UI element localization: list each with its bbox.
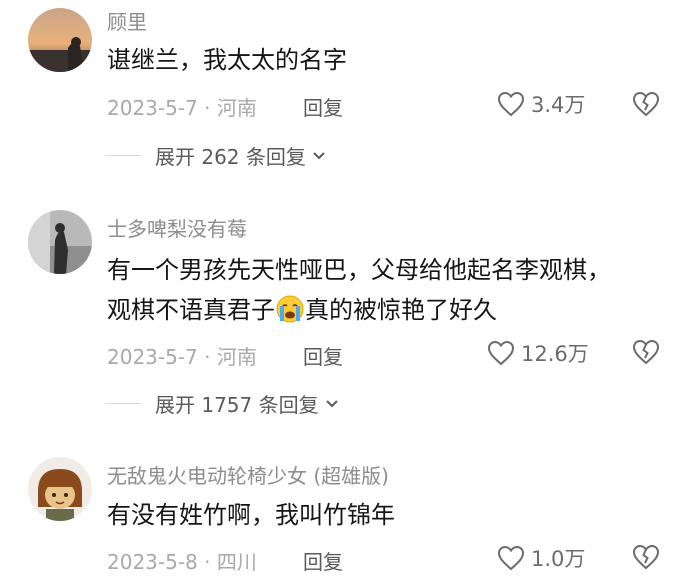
avatar[interactable] [28, 8, 92, 72]
avatar[interactable] [28, 210, 92, 274]
broken-heart-icon [632, 544, 660, 570]
username[interactable]: 顾里 [107, 6, 147, 35]
expand-replies-button[interactable]: 展开 262 条回复 [105, 141, 326, 170]
comment-text: 谌继兰，我太太的名字 [107, 46, 347, 74]
like-button[interactable]: 1.0万 [497, 543, 585, 573]
heart-outline-icon [497, 91, 525, 117]
divider-line [105, 155, 141, 156]
expand-replies-button[interactable]: 展开 1757 条回复 [105, 389, 339, 418]
like-button[interactable]: 3.4万 [497, 89, 585, 119]
reply-button[interactable]: 回复 [303, 341, 343, 370]
username[interactable]: 无敌鬼火电动轮椅少女 (超雄版) [107, 460, 389, 489]
expand-replies-label: 展开 1757 条回复 [155, 393, 319, 417]
like-count: 12.6万 [521, 342, 589, 366]
comment-text-line-1: 有一个男孩先天性哑巴，父母给他起名李观棋， [107, 256, 611, 284]
like-count: 3.4万 [531, 93, 586, 117]
avatar[interactable] [28, 457, 92, 521]
date-location: 2023-5-7 · 河南 [107, 96, 257, 120]
crying-face-emoji [276, 295, 304, 323]
comment-text-part: 真的被惊艳了好久 [305, 296, 497, 324]
reply-button[interactable]: 回复 [303, 546, 343, 575]
comment-text: 有没有姓竹啊，我叫竹锦年 [107, 501, 395, 529]
broken-heart-icon [632, 91, 660, 117]
like-button[interactable]: 12.6万 [487, 338, 589, 368]
chevron-down-icon [313, 151, 325, 159]
chevron-down-icon [325, 399, 338, 407]
date-location: 2023-5-8 · 四川 [107, 550, 257, 574]
heart-outline-icon [497, 545, 525, 571]
divider-line [105, 403, 141, 404]
reply-button[interactable]: 回复 [303, 92, 343, 121]
date-location: 2023-5-7 · 河南 [107, 345, 257, 369]
dislike-button[interactable] [632, 91, 660, 121]
dislike-button[interactable] [632, 339, 660, 369]
comment-text-line-2: 观棋不语真君子 真的被惊艳了好久 [107, 290, 497, 330]
dislike-button[interactable] [632, 544, 660, 574]
username[interactable]: 士多啤梨没有莓 [107, 213, 247, 242]
heart-outline-icon [487, 340, 515, 366]
expand-replies-label: 展开 262 条回复 [155, 145, 306, 169]
broken-heart-icon [632, 339, 660, 365]
like-count: 1.0万 [531, 547, 586, 571]
comment-text-part: 观棋不语真君子 [107, 296, 275, 324]
